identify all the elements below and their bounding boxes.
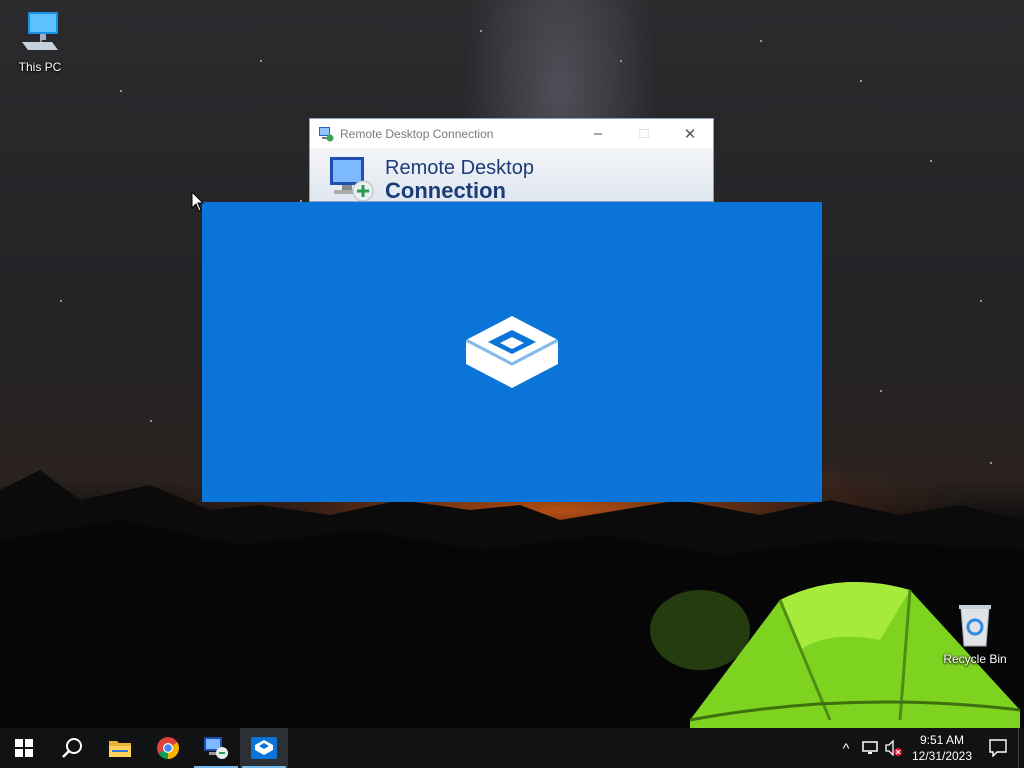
taskbar-remote-desktop[interactable] (192, 728, 240, 768)
action-center-button[interactable] (978, 728, 1018, 768)
volume-muted-icon[interactable] (882, 728, 906, 768)
remote-desktop-icon (319, 126, 334, 141)
windows-start-icon (15, 739, 33, 757)
taskbar-file-explorer[interactable] (96, 728, 144, 768)
chrome-icon (157, 737, 179, 759)
this-pc-icon (22, 12, 58, 50)
notification-icon (989, 739, 1007, 757)
desktop-icon-label: Recycle Bin (943, 652, 1007, 666)
close-button[interactable]: ✕ (667, 119, 713, 148)
taskbar-search-button[interactable] (48, 728, 96, 768)
clock-time: 9:51 AM (919, 733, 965, 747)
taskbar-clock[interactable]: 9:51 AM 12/31/2023 (906, 732, 978, 764)
window-titlebar[interactable]: Remote Desktop Connection – □ ✕ (310, 119, 713, 148)
remote-desktop-connection-window[interactable]: Remote Desktop Connection – □ ✕ Remote D… (309, 118, 714, 202)
system-tray: ^ 9:51 AM 12/31/2023 (834, 728, 1024, 768)
recycle-bin-icon (959, 605, 991, 647)
taskbar-chrome[interactable] (144, 728, 192, 768)
desktop-icon-this-pc[interactable]: This PC (0, 8, 80, 74)
taskbar: ^ 9:51 AM 12/31/2023 (0, 728, 1024, 768)
desktop-icon-label: This PC (18, 60, 62, 74)
windows-sandbox-splash (202, 202, 822, 502)
rdc-banner: Remote Desktop Connection (310, 148, 713, 202)
taskbar-windows-sandbox[interactable] (240, 728, 288, 768)
banner-title-line1: Remote Desktop (385, 157, 534, 179)
search-icon (62, 738, 82, 758)
clock-date: 12/31/2023 (911, 749, 973, 763)
maximize-button[interactable]: □ (621, 119, 667, 148)
minimize-button[interactable]: – (575, 119, 621, 148)
chevron-up-icon[interactable]: ^ (834, 728, 858, 768)
remote-desktop-icon (330, 157, 374, 201)
windows-sandbox-icon (465, 316, 559, 388)
mouse-cursor-icon (191, 191, 205, 212)
folder-icon (109, 741, 131, 757)
banner-title-line2: Connection (385, 178, 506, 202)
desktop-icon-recycle-bin[interactable]: Recycle Bin (935, 600, 1015, 666)
window-title: Remote Desktop Connection (340, 126, 494, 141)
network-icon[interactable] (858, 728, 882, 768)
windows-sandbox-icon (251, 737, 277, 759)
start-button[interactable] (0, 728, 48, 768)
remote-desktop-icon (204, 737, 228, 759)
show-desktop-button[interactable] (1018, 728, 1024, 768)
